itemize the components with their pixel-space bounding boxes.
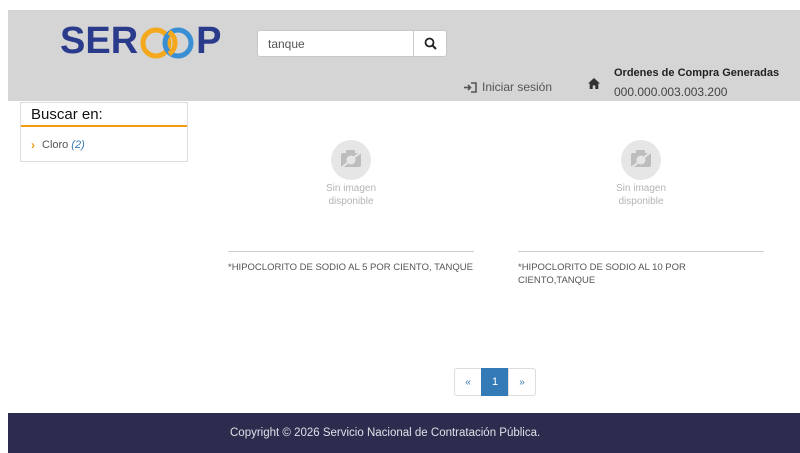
footer: Copyright © 2026 Servicio Nacional de Co… xyxy=(8,413,800,453)
search-button[interactable] xyxy=(413,31,446,56)
product-image[interactable]: Sin imagen disponible xyxy=(518,137,764,227)
pagination-page-1[interactable]: 1 xyxy=(481,368,509,396)
product-name[interactable]: *HIPOCLORITO DE SODIO AL 10 POR CIENTO,T… xyxy=(518,261,764,287)
logo-prefix: SER xyxy=(60,20,139,62)
pagination-prev[interactable]: « xyxy=(454,368,482,396)
logo-suffix: P xyxy=(196,20,222,62)
filter-item-cloro[interactable]: › Cloro (2) xyxy=(31,138,85,152)
pagination-next[interactable]: » xyxy=(508,368,536,396)
search-icon xyxy=(424,37,437,50)
filter-item-label: Cloro xyxy=(42,139,69,151)
filter-title: Buscar en: xyxy=(31,106,103,123)
filter-divider xyxy=(21,125,187,127)
header: SER P tanque Iniciar sesión Ordenes de C… xyxy=(8,10,800,101)
search-filter-panel: Buscar en: › Cloro (2) xyxy=(20,102,188,162)
no-image-line-1: Sin imagen xyxy=(325,183,377,194)
orders-number: 000.000.003.003.200 xyxy=(614,85,728,99)
search-input[interactable] xyxy=(258,31,413,56)
no-image-text: Sin imagen disponible xyxy=(518,182,764,208)
no-image-camera-icon xyxy=(621,140,661,180)
login-label: Iniciar sesión xyxy=(482,80,553,94)
sign-in-icon xyxy=(464,81,477,93)
product-divider xyxy=(228,251,474,252)
no-image-camera-icon xyxy=(331,140,371,180)
pagination: « 1 » xyxy=(454,368,536,396)
page: SER P tanque Iniciar sesión Ordenes de C… xyxy=(0,0,800,453)
product-image[interactable]: Sin imagen disponible xyxy=(228,137,474,227)
chevron-right-icon: › xyxy=(31,138,35,152)
no-image-line-2: disponible xyxy=(618,196,664,207)
no-image-line-2: disponible xyxy=(328,196,374,207)
home-icon[interactable] xyxy=(588,78,600,89)
orders-title: Ordenes de Compra Generadas xyxy=(614,67,780,79)
no-image-line-1: Sin imagen xyxy=(615,183,667,194)
no-image-text: Sin imagen disponible xyxy=(228,182,474,208)
logo-rings-icon xyxy=(139,24,195,59)
filter-item-count: (2) xyxy=(71,139,85,151)
product-name[interactable]: *HIPOCLORITO DE SODIO AL 5 POR CIENTO, T… xyxy=(228,261,474,274)
sercop-logo[interactable]: SER P xyxy=(60,20,222,62)
login-link[interactable]: Iniciar sesión xyxy=(464,80,552,94)
search-box xyxy=(257,30,447,57)
copyright-text: Copyright © 2026 Servicio Nacional de Co… xyxy=(230,427,541,439)
product-divider xyxy=(518,251,764,252)
